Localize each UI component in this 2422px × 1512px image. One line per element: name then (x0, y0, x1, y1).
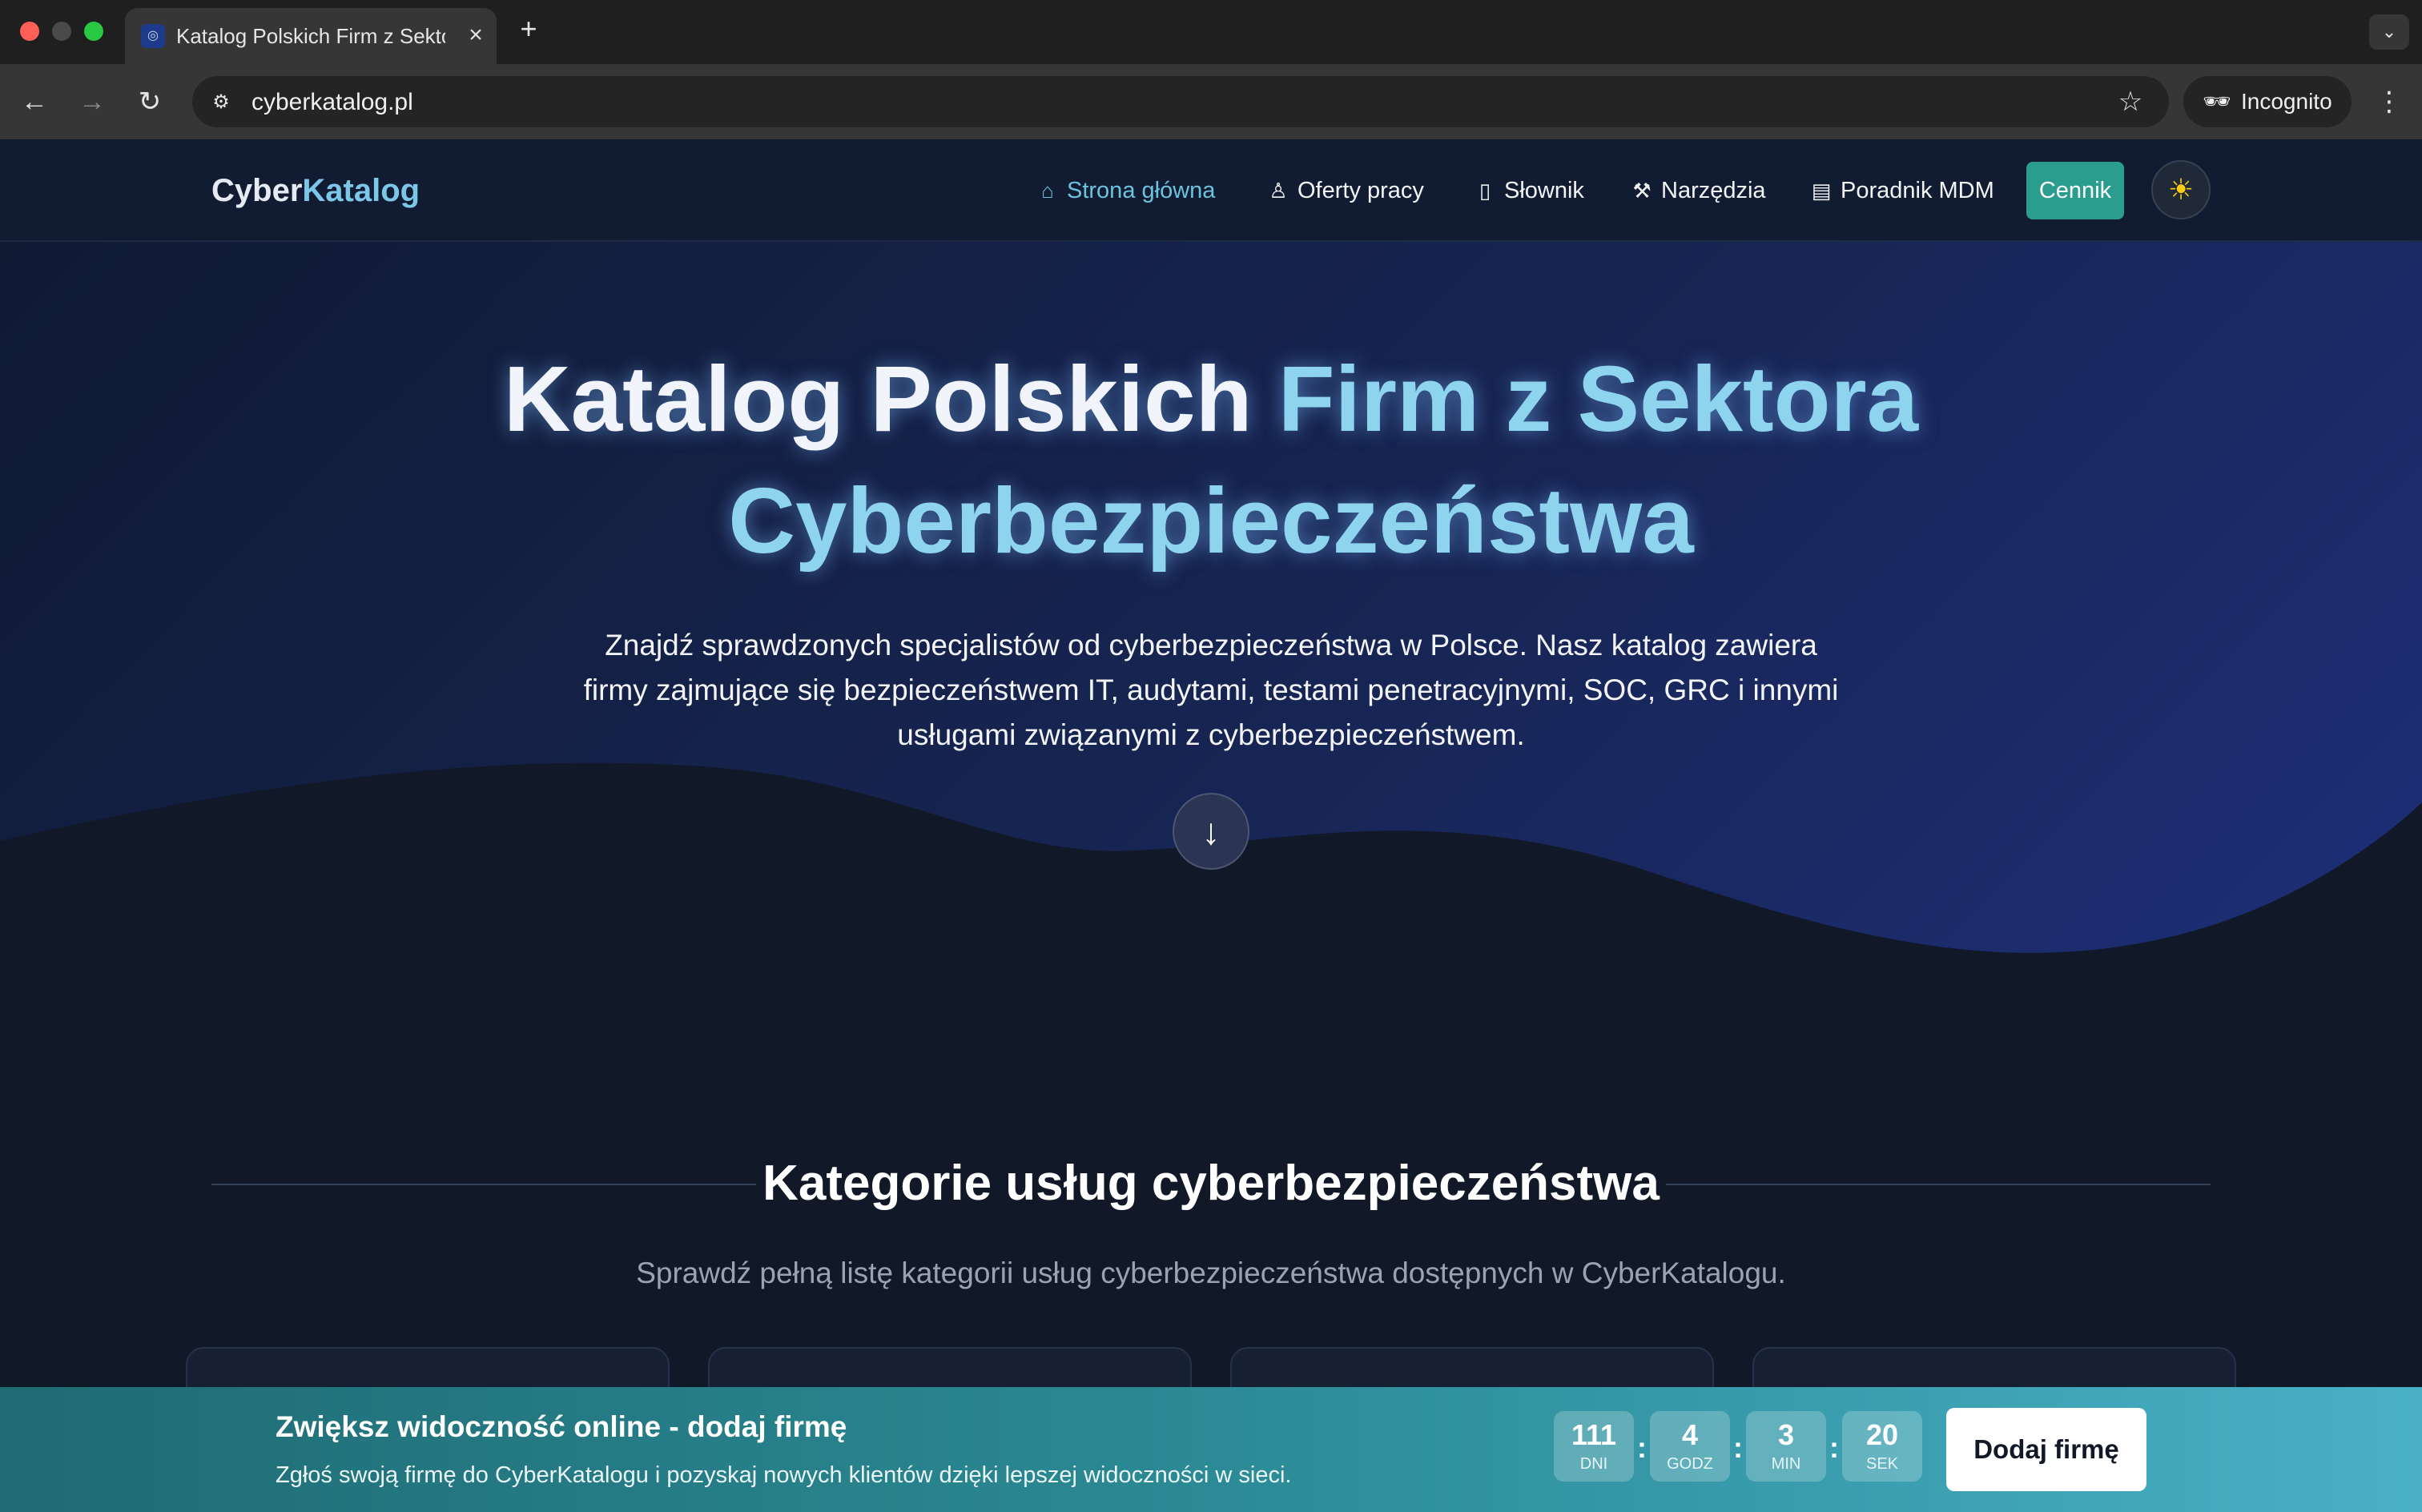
user-icon: ♙ (1269, 179, 1288, 203)
tab-title: Katalog Polskich Firm z Sektora Cyberbez… (176, 24, 445, 48)
nav-item-label: Strona główna (1067, 178, 1216, 203)
incognito-label: Incognito (2241, 89, 2332, 114)
hero-title-part3: Cyberbezpieczeństwa (728, 468, 1694, 573)
nav-item-label: Słownik (1504, 178, 1584, 203)
site-logo[interactable]: CyberKatalog (211, 173, 420, 208)
window-close-button[interactable] (20, 22, 39, 41)
countdown-value: 4 (1681, 1418, 1699, 1451)
reload-icon[interactable]: ↻ (131, 83, 168, 120)
countdown-value: 111 (1571, 1418, 1617, 1451)
categories-subtitle: Sprawdź pełną listę kategorii usług cybe… (636, 1257, 1786, 1289)
countdown-seconds: 20 SEK (1842, 1411, 1922, 1482)
site-info-icon[interactable]: ⚙ (203, 85, 239, 120)
scroll-down-arrow-icon[interactable]: ↓ (1173, 793, 1249, 870)
hero-title-part2: Firm z Sektora (1277, 347, 1919, 451)
tab-search-chevron-icon[interactable]: ⌄ (2369, 14, 2409, 50)
wrench-icon: ⚒ (1632, 179, 1652, 203)
pricing-button[interactable]: Cennik (2026, 162, 2124, 219)
incognito-indicator[interactable]: 🕶 Incognito (2183, 76, 2352, 127)
nav-item-home[interactable]: ⌂ Strona główna (1035, 175, 1215, 207)
document-icon: ▤ (1811, 179, 1832, 203)
browser-toolbar: ← → ↻ ⚙ cyberkatalog.pl ☆ 🕶 Incognito ⋮ (0, 64, 2422, 139)
countdown-days: 111 DNI (1554, 1411, 1634, 1482)
add-company-banner: Zwiększ widoczność online - dodaj firmę … (0, 1387, 2422, 1512)
book-icon: ▯ (1479, 179, 1491, 203)
nav-item-label: Narzędzia (1661, 178, 1766, 203)
hero-description: Znajdź sprawdzonych specjalistów od cybe… (583, 629, 1839, 751)
nav-item-jobs[interactable]: ♙ Oferty pracy (1265, 175, 1424, 207)
countdown-separator: : (1637, 1431, 1647, 1464)
countdown-label: GODZ (1667, 1455, 1713, 1473)
site-header: CyberKatalog ⌂ Strona główna ♙ Oferty prac… (0, 139, 2422, 242)
window-minimize-button[interactable] (52, 22, 71, 41)
countdown-minutes: 3 MIN (1746, 1411, 1826, 1482)
nav-item-mdm-guide[interactable]: ▤ Poradnik MDM (1808, 175, 1994, 207)
logo-part-cyber: Cyber (211, 173, 303, 208)
home-icon: ⌂ (1041, 179, 1054, 203)
browser-tab-bar: ◎ Katalog Polskich Firm z Sektora Cyberb… (0, 0, 2422, 64)
add-company-button[interactable]: Dodaj firmę (1946, 1408, 2146, 1491)
back-arrow-icon[interactable]: ← (16, 83, 53, 120)
countdown-value: 20 (1865, 1418, 1899, 1451)
incognito-icon: 🕶 (2203, 89, 2231, 114)
url-text[interactable]: cyberkatalog.pl (251, 89, 413, 116)
nav-item-dictionary[interactable]: ▯ Słownik (1472, 175, 1584, 207)
tab-close-icon[interactable]: × (461, 21, 490, 50)
nav-item-label: Poradnik MDM (1841, 178, 1994, 203)
hero-title-part1: Katalog Polskich (503, 347, 1278, 451)
countdown-separator: : (1733, 1431, 1743, 1464)
nav-item-tools[interactable]: ⚒ Narzędzia (1629, 175, 1766, 207)
favicon-icon: ◎ (141, 24, 165, 48)
countdown-label: MIN (1771, 1455, 1801, 1473)
section-divider-right (1666, 1184, 2211, 1185)
countdown-hours: 4 GODZ (1650, 1411, 1730, 1482)
logo-part-katalog: Katalog (302, 173, 420, 208)
hero-section: Katalog Polskich Firm z Sektora Cyberbez… (0, 242, 2422, 1048)
countdown-value: 3 (1777, 1418, 1795, 1451)
address-bar[interactable]: ⚙ cyberkatalog.pl ☆ (192, 76, 2169, 127)
categories-title: Kategorie usług cyberbezpieczeństwa (762, 1156, 1660, 1211)
banner-subtitle: Zgłoś swoją firmę do CyberKatalogu i poz… (276, 1462, 1292, 1488)
section-divider-left (211, 1184, 756, 1185)
countdown-label: SEK (1865, 1455, 1899, 1473)
window-maximize-button[interactable] (84, 22, 103, 41)
theme-toggle-sun-icon[interactable]: ☀ (2151, 160, 2211, 219)
browser-tab[interactable]: ◎ Katalog Polskich Firm z Sektora Cyberb… (125, 8, 497, 64)
banner-title: Zwiększ widoczność online - dodaj firmę (276, 1410, 847, 1443)
hero-title: Katalog Polskich Firm z Sektora Cyberbez… (320, 338, 2102, 581)
countdown-label: DNI (1579, 1455, 1608, 1473)
nav-item-label: Oferty pracy (1298, 178, 1424, 203)
countdown-separator: : (1829, 1431, 1839, 1464)
browser-menu-icon[interactable]: ⋮ (2371, 83, 2408, 120)
forward-arrow-icon[interactable]: → (74, 83, 111, 120)
new-tab-icon[interactable]: + (513, 13, 545, 45)
bookmark-star-icon[interactable]: ☆ (2113, 84, 2148, 119)
